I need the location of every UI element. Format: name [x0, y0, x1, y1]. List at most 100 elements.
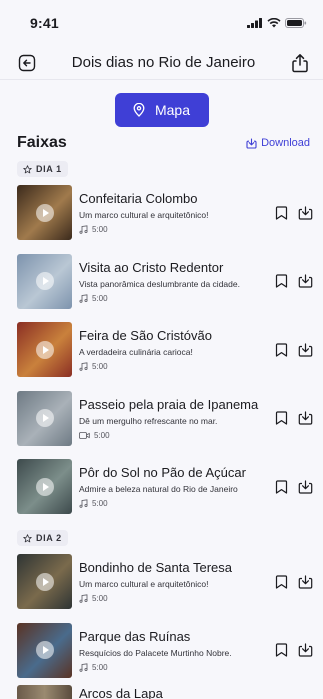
track-row[interactable]: Pôr do Sol no Pão de Açúcar Admire a bele… [0, 453, 323, 522]
tracks-header: Faixas Download [0, 134, 323, 152]
track-thumbnail[interactable] [17, 185, 72, 241]
download-icon [246, 137, 257, 149]
bookmark-button[interactable] [274, 274, 289, 289]
track-duration: 5:00 [79, 594, 270, 603]
download-icon [298, 480, 313, 494]
play-icon[interactable] [35, 477, 54, 496]
track-thumbnail[interactable] [17, 685, 72, 699]
track-actions [274, 274, 313, 289]
bookmark-button[interactable] [274, 479, 289, 494]
download-icon [298, 575, 313, 589]
share-button[interactable] [289, 52, 311, 74]
battery-icon [285, 18, 307, 28]
download-icon [298, 411, 313, 425]
track-thumbnail[interactable] [17, 459, 72, 515]
play-icon[interactable] [35, 203, 54, 222]
music-note-icon [79, 294, 88, 303]
track-thumbnail[interactable] [17, 253, 72, 309]
play-icon[interactable] [35, 409, 54, 428]
duration-label: 5:00 [94, 430, 110, 440]
bookmark-button[interactable] [274, 342, 289, 357]
bookmark-button[interactable] [274, 643, 289, 658]
bookmark-button[interactable] [274, 411, 289, 426]
page-title: Dois dias no Rio de Janeiro [71, 54, 256, 71]
track-title: Arcos da Lapa [79, 686, 163, 699]
duration-label: 5:00 [92, 225, 108, 235]
download-all-label: Download [261, 137, 310, 149]
track-info: Visita ao Cristo Redentor Vista panorâmic… [79, 260, 270, 303]
back-button[interactable] [16, 52, 38, 74]
music-note-icon [79, 499, 88, 508]
video-icon [79, 431, 90, 439]
track-subtitle: Um marco cultural e arquitetônico! [79, 210, 209, 221]
bookmark-icon [275, 343, 288, 357]
track-title: Confeitaria Colombo [79, 191, 198, 207]
bookmark-icon [275, 575, 288, 589]
day-badge: DIA 1 [17, 161, 68, 177]
share-icon [292, 53, 308, 72]
duration-label: 5:00 [92, 662, 108, 672]
bookmark-button[interactable] [274, 574, 289, 589]
track-row[interactable]: Bondinho de Santa Teresa Um marco cultura… [0, 548, 323, 617]
track-info: Bondinho de Santa Teresa Um marco cultura… [79, 560, 270, 603]
track-info: Confeitaria Colombo Um marco cultural e a… [79, 191, 270, 234]
day-label: DIA 2 [36, 533, 62, 543]
track-row[interactable]: Passeio pela praia de Ipanema Dê um mergu… [0, 384, 323, 453]
map-button-wrap: Mapa [0, 93, 323, 127]
track-actions [274, 643, 313, 658]
track-actions [274, 479, 313, 494]
download-all-button[interactable]: Download [246, 137, 310, 149]
download-button[interactable] [298, 274, 313, 289]
music-note-icon [79, 594, 88, 603]
track-title: Pôr do Sol no Pão de Açúcar [79, 465, 246, 481]
bookmark-button[interactable] [274, 205, 289, 220]
track-subtitle: Dê um mergulho refrescante no mar. [79, 415, 218, 426]
track-row[interactable]: Feira de São Cristóvão A verdadeira culin… [0, 316, 323, 385]
music-note-icon [79, 362, 88, 371]
status-bar: 9:41 [0, 0, 323, 46]
star-icon [23, 164, 32, 173]
track-title: Visita ao Cristo Redentor [79, 259, 224, 275]
track-thumbnail[interactable] [17, 390, 72, 446]
play-icon[interactable] [35, 272, 54, 291]
bookmark-icon [275, 411, 288, 425]
track-thumbnail[interactable] [17, 554, 72, 610]
back-arrow-icon [18, 54, 36, 71]
track-subtitle: A verdadeira culinária carioca! [79, 347, 193, 358]
track-row[interactable]: Visita ao Cristo Redentor Vista panorâmic… [0, 247, 323, 316]
track-row[interactable]: Confeitaria Colombo Um marco cultural e a… [0, 179, 323, 248]
track-duration: 5:00 [79, 663, 270, 672]
track-row[interactable]: Parque das Ruínas Resquícios do Palacete … [0, 616, 323, 685]
bookmark-icon [275, 274, 288, 288]
play-icon[interactable] [35, 340, 54, 359]
section-title: Faixas [17, 134, 67, 151]
track-duration: 5:00 [79, 431, 270, 440]
duration-label: 5:00 [92, 293, 108, 303]
duration-label: 5:00 [92, 594, 108, 604]
map-button-label: Mapa [154, 102, 191, 118]
track-info: Parque das Ruínas Resquícios do Palacete … [79, 629, 270, 672]
track-duration: 5:00 [79, 294, 270, 303]
play-icon[interactable] [35, 641, 54, 660]
download-button[interactable] [298, 411, 313, 426]
duration-label: 5:00 [92, 362, 108, 372]
nav-bar: Dois dias no Rio de Janeiro [0, 46, 323, 80]
download-button[interactable] [298, 479, 313, 494]
track-thumbnail[interactable] [17, 322, 72, 378]
track-actions [274, 205, 313, 220]
download-icon [298, 643, 313, 657]
download-button[interactable] [298, 574, 313, 589]
status-icons [247, 18, 307, 28]
map-button[interactable]: Mapa [114, 93, 209, 127]
track-actions [274, 342, 313, 357]
download-button[interactable] [298, 643, 313, 658]
map-pin-icon [133, 103, 145, 117]
track-thumbnail[interactable] [17, 622, 72, 678]
download-button[interactable] [298, 205, 313, 220]
day-label: DIA 1 [36, 164, 62, 174]
play-icon[interactable] [35, 572, 54, 591]
track-duration: 5:00 [79, 362, 270, 371]
duration-label: 5:00 [92, 499, 108, 509]
track-title: Passeio pela praia de Ipanema [79, 396, 259, 412]
download-button[interactable] [298, 342, 313, 357]
